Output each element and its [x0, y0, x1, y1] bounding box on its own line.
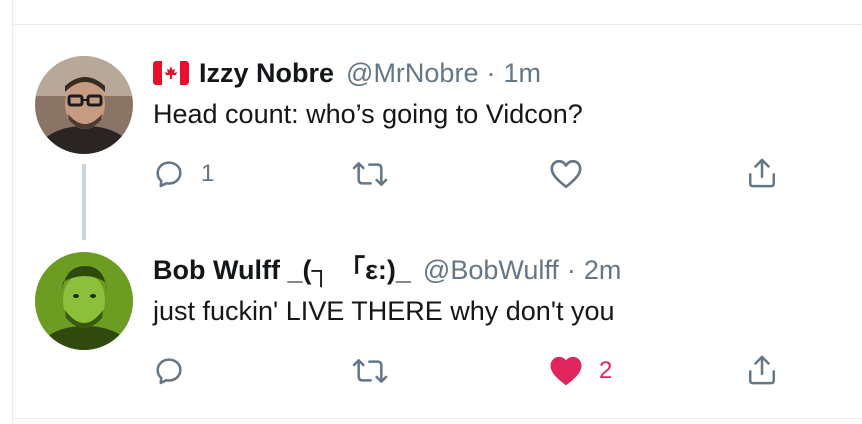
tweet-timestamp[interactable]: 1m — [503, 58, 541, 88]
like-count: 2 — [599, 357, 613, 384]
retweet-button[interactable] — [352, 355, 404, 387]
author-handle[interactable]: @BobWulff — [423, 255, 559, 285]
top-divider — [12, 24, 862, 25]
share-icon — [748, 355, 776, 385]
reply-button[interactable]: 1 — [153, 158, 214, 190]
avatar-izzy-nobre[interactable] — [35, 56, 133, 154]
like-button[interactable]: 2 — [549, 355, 612, 387]
share-icon — [748, 158, 776, 188]
reply-button[interactable] — [153, 355, 201, 387]
retweet-icon — [352, 359, 388, 383]
reply-count: 1 — [201, 160, 215, 187]
author-name[interactable]: Bob Wulff _(┐ 「ε:)_ — [153, 255, 411, 285]
like-button[interactable] — [549, 158, 599, 190]
separator-dot: · — [566, 255, 576, 285]
author-handle[interactable]: @MrNobre — [346, 58, 478, 88]
tweet-timestamp[interactable]: 2m — [584, 255, 622, 285]
separator-dot: · — [486, 58, 496, 88]
retweet-icon — [352, 162, 388, 186]
tweet-thread: Izzy Nobre @MrNobre · 1m Head count: who… — [0, 0, 862, 424]
retweet-button[interactable] — [352, 158, 404, 190]
tweet-text: Head count: who’s going to Vidcon? — [153, 99, 583, 129]
tweet-header: Bob Wulff _(┐ 「ε:)_ @BobWulff · 2m — [153, 255, 621, 285]
reply-icon — [156, 161, 182, 188]
author-name[interactable]: Izzy Nobre — [199, 58, 334, 88]
share-button[interactable] — [746, 353, 778, 387]
heart-icon — [550, 159, 582, 189]
share-button[interactable] — [746, 156, 778, 190]
thread-connector-line — [82, 164, 86, 240]
avatar-bob-wulff[interactable] — [35, 252, 133, 350]
tweet-text: just fuckin' LIVE THERE why don't you — [153, 296, 615, 326]
timeline-border — [12, 0, 13, 424]
tweet-header: Izzy Nobre @MrNobre · 1m — [153, 58, 541, 88]
canada-flag-icon — [153, 61, 189, 85]
heart-filled-icon — [550, 356, 582, 386]
reply-icon — [156, 358, 182, 385]
bottom-divider — [12, 418, 862, 419]
